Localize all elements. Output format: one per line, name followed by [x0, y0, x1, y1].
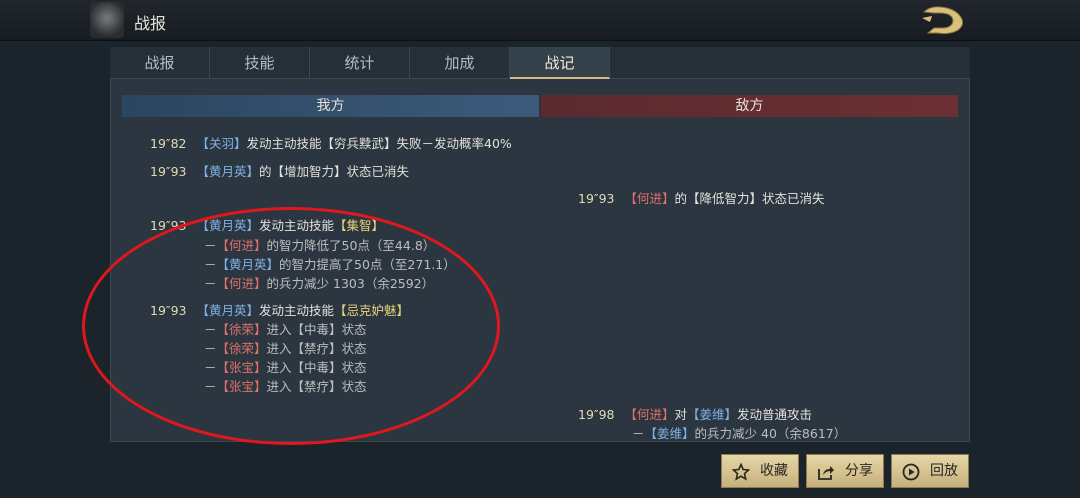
tab-bar: 战报 技能 统计 加成 战记: [110, 47, 970, 79]
tab-statistics[interactable]: 统计: [310, 47, 410, 79]
log-subline: －【何进】的兵力减少 1303（余2592）: [204, 273, 434, 292]
log-text: 的【降低智力】状态已消失: [674, 191, 825, 206]
general-name: 【张宝】: [216, 360, 267, 375]
log-subline: －【张宝】进入【中毒】状态: [204, 357, 367, 376]
log-line: 19″98 【何进】对【姜维】发动普通攻击: [578, 404, 812, 423]
log-subline: －【徐荣】进入【禁疗】状态: [204, 338, 367, 357]
log-text: 进入【中毒】状态: [266, 322, 367, 337]
log-text: 对: [674, 407, 688, 422]
log-text: －: [204, 360, 217, 375]
log-text: 的兵力减少 1303（余2592）: [266, 276, 435, 291]
general-name: 【姜维】: [644, 426, 695, 441]
star-icon: [732, 463, 750, 481]
log-subline: －【徐荣】进入【中毒】状态: [204, 319, 367, 338]
log-text: 进入【中毒】状态: [266, 360, 367, 375]
log-text: －: [632, 426, 645, 441]
enemy-column-header: 敌方: [541, 95, 958, 117]
log-time: 19″93: [150, 164, 187, 179]
general-name: 【徐荣】: [216, 341, 267, 356]
log-line: 19″93 【黄月英】的【增加智力】状态已消失: [150, 161, 409, 180]
log-time: 19″93: [150, 218, 187, 233]
log-text: 进入【禁疗】状态: [266, 379, 367, 394]
tab-battle-log[interactable]: 战记: [510, 47, 610, 79]
log-text: －: [204, 341, 217, 356]
general-name: 【黄月英】: [196, 303, 259, 318]
replay-label: 回放: [930, 463, 958, 479]
general-name: 【何进】: [216, 276, 267, 291]
log-time: 19″98: [578, 407, 615, 422]
log-time: 19″93: [578, 191, 615, 206]
favorite-button[interactable]: 收藏: [721, 454, 799, 488]
general-name: 【姜维】: [687, 407, 738, 422]
log-line: 19″93 【黄月英】发动主动技能【忌克妒魅】: [150, 300, 409, 319]
log-text: －: [204, 379, 217, 394]
share-label: 分享: [845, 463, 873, 479]
log-text: －: [204, 322, 217, 337]
tab-bonus[interactable]: 加成: [410, 47, 510, 79]
log-text: 发动主动技能: [259, 218, 335, 233]
general-name: 【关羽】: [196, 136, 247, 151]
log-text: －: [204, 238, 217, 253]
log-text: 的兵力减少 40（余8617）: [694, 426, 847, 441]
general-name: 【张宝】: [216, 379, 267, 394]
share-icon: [818, 466, 834, 480]
general-name: 【何进】: [624, 407, 675, 422]
log-subline: －【张宝】进入【禁疗】状态: [204, 376, 367, 395]
ally-column-header: 我方: [122, 95, 539, 117]
log-line: 19″82 【关羽】发动主动技能【穷兵黩武】失败－发动概率40%: [150, 133, 512, 152]
general-name: 【黄月英】: [196, 164, 259, 179]
favorite-label: 收藏: [760, 463, 788, 479]
log-text: 发动主动技能【穷兵黩武】失败－发动概率40%: [246, 136, 512, 151]
log-text: 的智力降低了50点（至44.8）: [266, 238, 436, 253]
log-text: －: [204, 257, 217, 272]
replay-button[interactable]: 回放: [891, 454, 969, 488]
share-button[interactable]: 分享: [806, 454, 884, 488]
log-text: －: [204, 276, 217, 291]
tab-battle-report[interactable]: 战报: [110, 47, 210, 79]
play-icon: [902, 463, 920, 481]
page-title: 战报: [134, 14, 167, 33]
tab-skills[interactable]: 技能: [210, 47, 310, 79]
log-text: 发动主动技能: [259, 303, 335, 318]
log-line: 19″93 【黄月英】发动主动技能【集智】: [150, 215, 384, 234]
skill-name: 【忌克妒魅】: [334, 303, 410, 318]
log-time: 19″82: [150, 136, 187, 151]
log-subline: －【黄月英】的智力提高了50点（至271.1）: [204, 254, 456, 273]
general-name: 【何进】: [624, 191, 675, 206]
log-text: 进入【禁疗】状态: [266, 341, 367, 356]
top-bar: 战报: [0, 0, 1080, 41]
skill-name: 【集智】: [334, 218, 385, 233]
log-time: 19″93: [150, 303, 187, 318]
log-text: 的智力提高了50点（至271.1）: [279, 257, 456, 272]
log-subline: －【何进】的智力降低了50点（至44.8）: [204, 235, 435, 254]
log-text: 发动普通攻击: [737, 407, 813, 422]
general-name: 【何进】: [216, 238, 267, 253]
log-text: 的【增加智力】状态已消失: [259, 164, 410, 179]
avatar: [90, 2, 124, 38]
log-subline: －【姜维】的兵力减少 40（余8617）: [632, 423, 846, 442]
general-name: 【黄月英】: [196, 218, 259, 233]
log-line: 19″93 【何进】的【降低智力】状态已消失: [578, 188, 825, 207]
general-name: 【徐荣】: [216, 322, 267, 337]
close-dragon-icon[interactable]: [920, 4, 968, 36]
general-name: 【黄月英】: [216, 257, 280, 272]
